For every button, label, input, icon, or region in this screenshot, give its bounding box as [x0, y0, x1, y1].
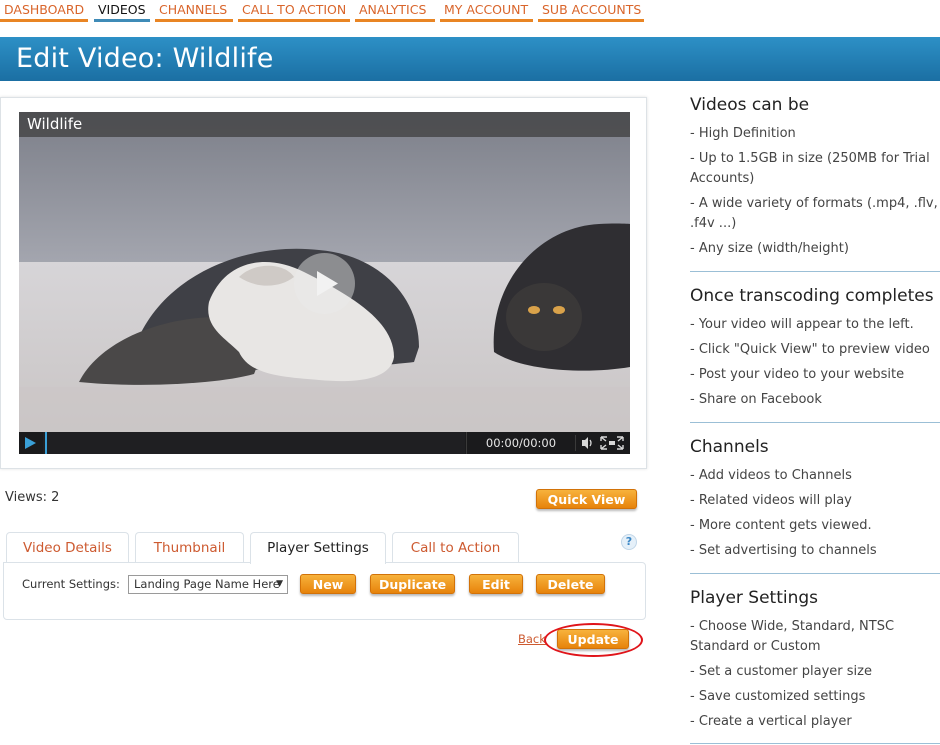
sidebar-divider: [690, 422, 940, 423]
tab-video-details[interactable]: Video Details: [6, 532, 129, 563]
sidebar-item: - Set a customer player size: [690, 664, 872, 679]
control-play-icon[interactable]: [23, 436, 37, 450]
sidebar-item: - Click "Quick View" to preview video: [690, 342, 930, 357]
sidebar-item: - A wide variety of formats (.mp4, .flv,…: [690, 196, 938, 231]
sidebar-item: - More content gets viewed.: [690, 518, 872, 533]
current-settings-label: Current Settings:: [22, 577, 120, 591]
top-navigation: DASHBOARD VIDEOS CHANNELS CALL TO ACTION…: [0, 0, 940, 26]
sidebar-item: - Create a vertical player: [690, 714, 852, 729]
seek-handle[interactable]: [45, 432, 47, 454]
settings-select-value: Landing Page Name Here: [134, 577, 280, 591]
sidebar-divider: [690, 271, 940, 272]
back-link[interactable]: Back: [518, 632, 546, 646]
sidebar-divider: [690, 743, 940, 744]
sidebar-heading: Videos can be: [690, 95, 810, 115]
fullscreen-icon[interactable]: [599, 435, 625, 451]
play-overlay-button[interactable]: [294, 253, 355, 314]
page-title: Edit Video: Wildlife: [16, 43, 274, 74]
nav-dashboard[interactable]: DASHBOARD: [0, 0, 88, 22]
tab-player-settings[interactable]: Player Settings: [250, 532, 386, 564]
video-player-panel: Wildlife 00:00/00:00: [0, 97, 647, 469]
sidebar-item: - Share on Facebook: [690, 392, 822, 407]
seek-bar[interactable]: [43, 432, 465, 454]
sidebar-item: - High Definition: [690, 126, 796, 141]
sidebar-item: - Post your video to your website: [690, 367, 905, 382]
sidebar-section-player-settings: Player Settings - Choose Wide, Standard,…: [690, 588, 940, 732]
sidebar-heading: Player Settings: [690, 588, 819, 608]
views-count: Views: 2: [5, 490, 60, 505]
sidebar-section-videos: Videos can be - High Definition - Up to …: [690, 95, 940, 259]
nav-my-account[interactable]: MY ACCOUNT: [440, 0, 533, 22]
nav-videos[interactable]: VIDEOS: [94, 0, 150, 22]
update-button[interactable]: Update: [557, 629, 629, 649]
player-title: Wildlife: [19, 112, 630, 137]
sidebar-item: - Any size (width/height): [690, 241, 849, 256]
duplicate-button[interactable]: Duplicate: [370, 574, 455, 594]
volume-icon[interactable]: [575, 435, 596, 451]
sidebar-item: - Set advertising to channels: [690, 543, 877, 558]
page-header: Edit Video: Wildlife: [0, 37, 940, 81]
video-player[interactable]: Wildlife 00:00/00:00: [19, 112, 630, 454]
delete-button[interactable]: Delete: [536, 574, 605, 594]
help-icon[interactable]: ?: [621, 534, 637, 550]
quick-view-button[interactable]: Quick View: [536, 489, 637, 509]
sidebar-item: - Add videos to Channels: [690, 468, 852, 483]
time-display: 00:00/00:00: [466, 432, 575, 454]
sidebar-item: - Related videos will play: [690, 493, 852, 508]
play-icon: [317, 271, 338, 296]
sidebar-item: - Choose Wide, Standard, NTSC Standard o…: [690, 619, 895, 654]
sidebar-item: - Up to 1.5GB in size (250MB for Trial A…: [690, 151, 930, 186]
sidebar-item: - Save customized settings: [690, 689, 866, 704]
tab-thumbnail[interactable]: Thumbnail: [135, 532, 244, 563]
tab-call-to-action[interactable]: Call to Action: [392, 532, 519, 563]
sidebar-section-channels: Channels - Add videos to Channels - Rela…: [690, 437, 940, 561]
nav-analytics[interactable]: ANALYTICS: [355, 0, 435, 22]
edit-button[interactable]: Edit: [469, 574, 523, 594]
settings-select[interactable]: Landing Page Name Here ▼: [128, 575, 288, 594]
nav-channels[interactable]: CHANNELS: [155, 0, 233, 22]
sidebar-divider: [690, 573, 940, 574]
sidebar-item: - Your video will appear to the left.: [690, 317, 914, 332]
player-control-bar: 00:00/00:00: [19, 432, 630, 454]
sidebar-heading: Once transcoding completes: [690, 286, 934, 306]
sidebar-heading: Channels: [690, 437, 769, 457]
new-button[interactable]: New: [300, 574, 356, 594]
dropdown-arrow-icon: ▼: [276, 579, 283, 589]
sidebar-section-transcoding: Once transcoding completes - Your video …: [690, 286, 940, 410]
nav-sub-accounts[interactable]: SUB ACCOUNTS: [538, 0, 644, 22]
nav-call-to-action[interactable]: CALL TO ACTION: [238, 0, 350, 22]
